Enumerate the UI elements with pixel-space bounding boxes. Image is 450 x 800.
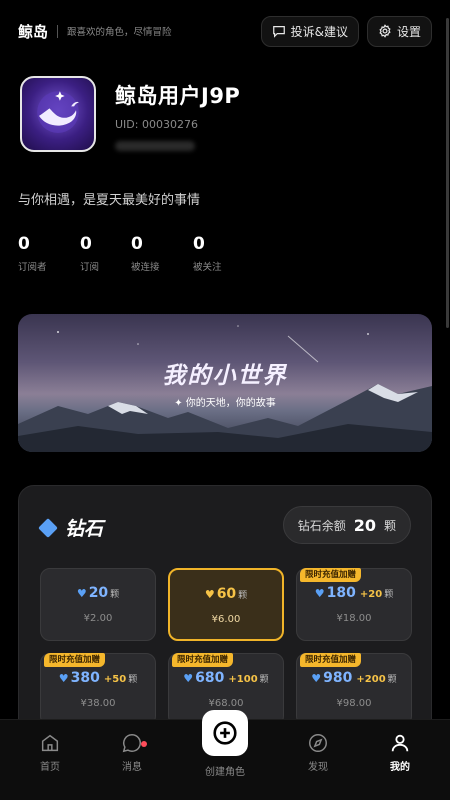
create-character: 创建角色 xyxy=(195,710,255,778)
balance-unit: 颗 xyxy=(383,518,396,533)
scrollbar[interactable] xyxy=(446,18,449,328)
package-amount: 980 xyxy=(323,670,353,686)
notification-dot xyxy=(141,741,147,747)
stat-connected[interactable]: 0 被连接 xyxy=(131,234,193,273)
package-card-selected[interactable]: ♥ 60 颗 ¥6.00 xyxy=(168,568,284,641)
promo-tag: 限时充值加赠 xyxy=(172,653,234,667)
package-price: ¥2.00 xyxy=(83,613,113,624)
package-amount: 180 xyxy=(326,585,356,601)
diamond-icon: ♥ xyxy=(58,672,69,685)
package-unit: 颗 xyxy=(259,675,269,685)
stat-value: 0 xyxy=(131,234,143,254)
stat-label: 订阅者 xyxy=(18,262,47,273)
tab-mine[interactable]: 我的 xyxy=(370,732,430,773)
balance-label: 钻石余额 xyxy=(297,518,346,533)
app-tagline: 跟喜欢的角色，尽情冒险 xyxy=(67,27,172,38)
diamond-icon: ♥ xyxy=(314,587,325,600)
tab-label: 发现 xyxy=(308,762,328,773)
tab-label: 首页 xyxy=(40,762,60,773)
package-card[interactable]: 限时充值加赠 ♥ 180 +20 颗 ¥18.00 xyxy=(296,568,412,641)
diamond-panel: 钻石 钻石余额 20 颗 ♥ 20 颗 ¥2.00 ♥ 60 颗 ¥6.00 限时充值加… xyxy=(18,485,432,745)
compass-icon xyxy=(309,734,327,752)
promo-tag: 限时充值加赠 xyxy=(44,653,106,667)
stat-label: 被关注 xyxy=(193,262,222,273)
whale-logo-icon xyxy=(37,91,79,133)
tab-home[interactable]: 首页 xyxy=(20,732,80,773)
user-bio: 与你相遇，是夏天最美好的事情 xyxy=(18,193,201,208)
diamond-icon: ♥ xyxy=(76,587,87,600)
stat-value: 0 xyxy=(193,234,205,254)
stat-value: 0 xyxy=(18,234,30,254)
diamond-icon: ♥ xyxy=(204,588,215,601)
diamond-title-text: 钻石 xyxy=(65,518,104,540)
package-price: ¥6.00 xyxy=(211,614,241,625)
package-price: ¥38.00 xyxy=(80,698,116,709)
package-amount: 20 xyxy=(88,585,109,601)
banner-subtitle: ✦ 你的天地，你的故事 xyxy=(174,398,276,409)
package-bonus: +50 xyxy=(103,674,127,685)
diamond-icon: ♥ xyxy=(311,672,322,685)
create-label: 创建角色 xyxy=(205,767,245,778)
feedback-button[interactable]: 投诉&建议 xyxy=(260,15,359,47)
package-card[interactable]: 限时充值加赠 ♥ 380 +50 颗 ¥38.00 xyxy=(40,653,156,726)
promo-tag: 限时充值加赠 xyxy=(300,568,362,582)
package-unit: 颗 xyxy=(238,591,248,601)
world-banner[interactable]: 我的小世界 ✦ 你的天地，你的故事 xyxy=(18,314,432,452)
create-character-button[interactable] xyxy=(202,710,248,756)
package-unit: 颗 xyxy=(387,675,397,685)
user-name: 鲸岛用户J9P xyxy=(115,84,241,108)
package-unit: 颗 xyxy=(384,590,394,600)
home-icon xyxy=(41,734,59,752)
profile-info: 鲸岛用户J9P UID: 00030276 xyxy=(115,80,240,152)
package-amount: 60 xyxy=(216,586,237,602)
package-amount: 380 xyxy=(70,670,100,686)
package-bonus: +20 xyxy=(359,589,383,600)
feedback-label: 投诉&建议 xyxy=(290,24,348,39)
settings-label: 设置 xyxy=(396,24,421,39)
avatar[interactable] xyxy=(20,76,96,152)
gear-icon xyxy=(379,24,391,38)
stat-followers[interactable]: 0 被关注 xyxy=(193,234,255,273)
package-price: ¥68.00 xyxy=(208,698,244,709)
blurred-info xyxy=(115,141,195,151)
top-actions: 投诉&建议 设置 xyxy=(260,15,432,47)
user-icon xyxy=(391,734,409,752)
stat-value: 0 xyxy=(80,234,92,254)
package-unit: 颗 xyxy=(128,675,138,685)
package-bonus: +100 xyxy=(228,674,258,685)
package-amount: 680 xyxy=(195,670,225,686)
diamond-icon xyxy=(38,517,58,538)
diamond-title: 钻石 xyxy=(38,514,104,541)
tab-label: 我的 xyxy=(390,762,410,773)
stat-label: 被连接 xyxy=(131,262,160,273)
top-bar: 鲸岛 跟喜欢的角色，尽情冒险 投诉&建议 设置 xyxy=(0,0,450,62)
promo-tag: 限时充值加赠 xyxy=(300,653,362,667)
profile-header: 鲸岛用户J9P UID: 00030276 xyxy=(20,76,240,152)
diamond-balance: 钻石余额 20 颗 xyxy=(282,506,411,544)
stat-label: 订阅 xyxy=(80,262,100,273)
chat-square-icon xyxy=(272,26,285,38)
divider xyxy=(57,24,59,38)
tab-discover[interactable]: 发现 xyxy=(288,732,348,773)
app-brand: 鲸岛 xyxy=(18,22,49,41)
package-price: ¥18.00 xyxy=(336,613,372,624)
banner-title: 我的小世界 xyxy=(162,362,288,389)
stat-subscribers[interactable]: 0 订阅者 xyxy=(18,234,80,273)
user-id: UID: 00030276 xyxy=(115,118,198,131)
tab-label: 消息 xyxy=(122,762,142,773)
package-bonus: +200 xyxy=(356,674,386,685)
balance-value: 20 xyxy=(353,515,376,535)
package-price: ¥98.00 xyxy=(336,698,372,709)
tab-messages[interactable]: 消息 xyxy=(102,732,162,773)
settings-button[interactable]: 设置 xyxy=(366,15,432,47)
diamond-icon: ♥ xyxy=(183,672,194,685)
package-card[interactable]: ♥ 20 颗 ¥2.00 xyxy=(40,568,156,641)
stats-row: 0 订阅者 0 订阅 0 被连接 0 被关注 xyxy=(18,234,255,273)
stat-subscriptions[interactable]: 0 订阅 xyxy=(80,234,131,273)
chat-bubble-icon xyxy=(122,734,141,753)
package-card[interactable]: 限时充值加赠 ♥ 980 +200 颗 ¥98.00 xyxy=(296,653,412,726)
plus-circle-icon xyxy=(213,721,237,745)
package-unit: 颗 xyxy=(110,590,120,600)
